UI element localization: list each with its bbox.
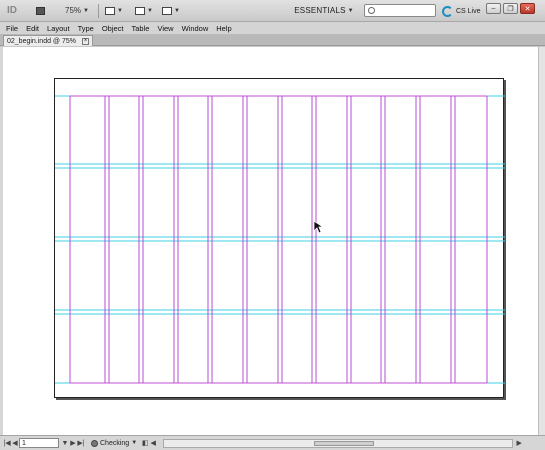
vertical-scrollbar[interactable] (538, 47, 545, 435)
next-page-icon[interactable]: ▶ (69, 439, 77, 448)
menu-file[interactable]: File (6, 24, 18, 33)
document-tab[interactable]: 02_begin.indd @ 75% × (3, 35, 93, 46)
cs-live-button[interactable]: CS Live (442, 4, 481, 18)
close-icon[interactable]: ✕ (520, 3, 535, 14)
chevron-down-icon: ▼ (174, 7, 180, 14)
preflight-status-icon (91, 439, 98, 447)
menu-view[interactable]: View (157, 24, 173, 33)
last-page-icon[interactable]: ▶| (77, 439, 85, 448)
workspace-label: ESSENTIALS (294, 6, 346, 15)
chevron-down-icon: ▼ (83, 7, 89, 14)
chevron-down-icon: ▼ (347, 7, 354, 14)
menu-edit[interactable]: Edit (26, 24, 39, 33)
menu-layout[interactable]: Layout (47, 24, 70, 33)
menu-help[interactable]: Help (216, 24, 231, 33)
first-page-icon[interactable]: |◀ (3, 439, 11, 448)
menu-type[interactable]: Type (78, 24, 94, 33)
page-menu-chevron-icon[interactable]: ▼ (61, 439, 69, 448)
close-tab-icon[interactable]: × (82, 37, 89, 45)
indesign-logo-icon: ID (7, 5, 17, 16)
arrange-documents-button[interactable]: ▼ (160, 3, 182, 18)
minimize-icon[interactable]: – (486, 3, 501, 14)
page-number-field[interactable]: 1 (19, 438, 59, 448)
chevron-down-icon: ▼ (131, 440, 138, 446)
zoom-level-dropdown[interactable]: 75% ▼ (60, 3, 94, 18)
toolbar-divider (98, 4, 99, 18)
document-tab-title: 02_begin.indd @ 75% (7, 37, 76, 45)
cs-live-icon (442, 5, 453, 17)
scroll-left-icon[interactable]: ◀ (149, 439, 157, 448)
menu-object[interactable]: Object (102, 24, 124, 33)
restore-icon[interactable]: ❐ (503, 3, 518, 14)
scrollbar-thumb[interactable] (314, 440, 375, 446)
search-box[interactable] (364, 4, 436, 17)
screen-mode-icon (135, 6, 146, 15)
layout-guides (55, 95, 505, 384)
document-page[interactable] (54, 78, 505, 398)
open-preflight-icon[interactable]: ◧ (141, 439, 149, 448)
previous-page-icon[interactable]: ◀ (11, 439, 19, 448)
application-bar: ID 75% ▼ ▼ ▼ ▼ ESSENTIALS ▼ CS Live – ❐ … (0, 0, 545, 22)
scroll-right-icon[interactable]: ▶ (515, 439, 523, 448)
view-options-button[interactable]: ▼ (103, 3, 125, 18)
chevron-down-icon: ▼ (117, 7, 123, 14)
menu-window[interactable]: Window (182, 24, 209, 33)
chevron-down-icon: ▼ (147, 7, 153, 14)
view-options-icon (105, 6, 116, 15)
search-input[interactable] (378, 5, 433, 16)
screen-mode-button[interactable]: ▼ (133, 3, 155, 18)
cs-live-label: CS Live (456, 7, 481, 15)
menu-table[interactable]: Table (132, 24, 150, 33)
zoom-level-value: 75% (65, 6, 82, 15)
preflight-label: Checking (100, 439, 130, 447)
preflight-status[interactable]: Checking ▼ (91, 439, 138, 447)
menu-bar: File Edit Layout Type Object Table View … (0, 22, 545, 34)
bridge-icon[interactable] (33, 3, 47, 18)
arrange-documents-icon (162, 6, 173, 15)
status-bar: |◀ ◀ 1 ▼ ▶ ▶| Checking ▼ ◧ ◀ ▶ (0, 435, 545, 450)
workspace-switcher[interactable]: ESSENTIALS ▼ (292, 3, 356, 18)
horizontal-scrollbar[interactable] (163, 438, 514, 448)
pointer-cursor-icon (313, 220, 325, 236)
document-tab-bar: 02_begin.indd @ 75% × (0, 34, 545, 46)
search-icon (368, 7, 375, 14)
